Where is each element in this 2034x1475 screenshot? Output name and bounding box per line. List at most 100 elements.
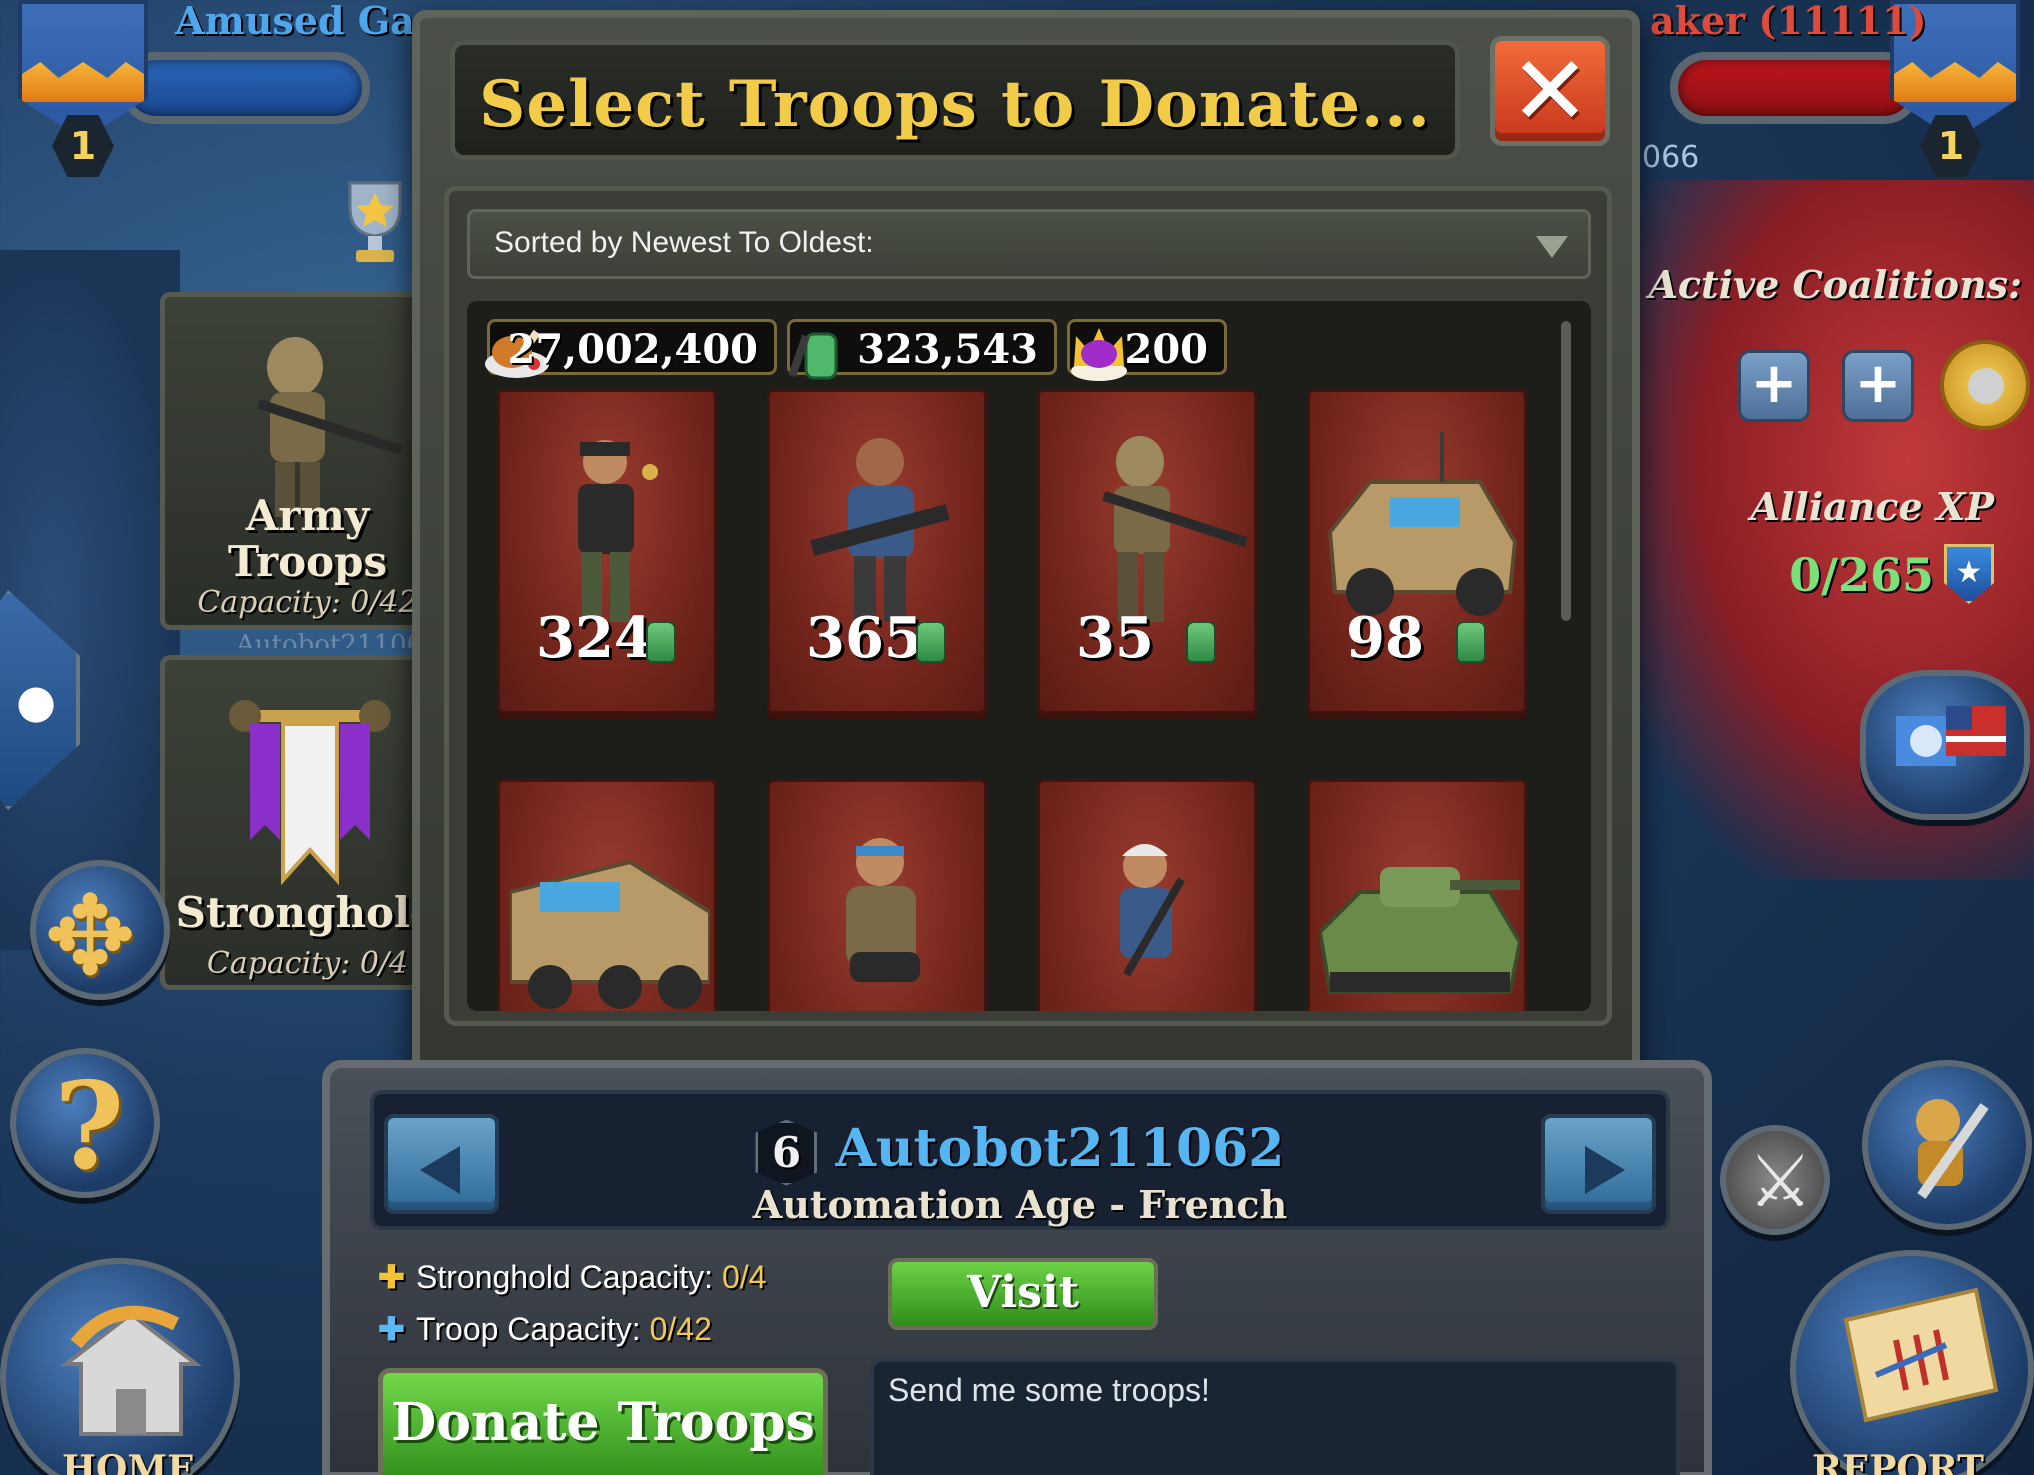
next-player-button[interactable] (1541, 1114, 1656, 1214)
modal-title: Select Troops to Donate... (479, 67, 1431, 142)
rifleman-icon (1120, 844, 1185, 977)
report-button[interactable] (1790, 1250, 2034, 1475)
tab-stronghold[interactable]: Stronghold Capacity: 0/4 (160, 655, 450, 990)
troop-card-tank[interactable] (1307, 779, 1527, 1011)
coalition-bonus-icon[interactable] (1940, 340, 2030, 430)
sort-dropdown[interactable]: Sorted by Newest To Oldest: (467, 209, 1591, 279)
coalition-slot-add-2[interactable]: + (1842, 350, 1914, 422)
alliance-flags-button[interactable] (1860, 670, 2030, 820)
visit-button[interactable]: Visit (888, 1258, 1158, 1330)
troop-count: 365 (806, 605, 923, 671)
banner-flag-icon (225, 690, 395, 890)
plus-icon: + (1750, 351, 1798, 416)
home-icon (56, 1304, 206, 1444)
left-player-bar: 1 Amused Gam (0, 0, 455, 177)
tab-army-troops-label: Army Troops (227, 491, 388, 587)
oil-canister-icon (646, 621, 676, 663)
minigunner-icon (846, 838, 920, 982)
alliance-xp-value: 0/265 (1789, 548, 1934, 602)
troop-grid[interactable]: 27,002,400 323,543 200 324 365 35 98 (467, 301, 1591, 1011)
flags-icon (1886, 696, 2016, 806)
oil-canister-icon (1456, 621, 1486, 663)
troop-card-transport-truck[interactable] (497, 779, 717, 1011)
faded-player-label: Autobot21106 (236, 630, 424, 648)
chat-bubble-icon: ● (16, 674, 57, 728)
troop-list-panel: Sorted by Newest To Oldest: 27,002,400 3… (444, 186, 1612, 1026)
sort-dropdown-label: Sorted by Newest To Oldest: (494, 226, 874, 259)
oil-canister-icon (1186, 621, 1216, 663)
oil-resource: 323,543 (787, 319, 1057, 380)
crown-icon (1064, 316, 1134, 386)
right-player-sub-number: 066 (1642, 140, 1700, 175)
move-arrows-icon: ✥ (44, 872, 137, 1000)
player-request-panel: 6 Autobot211062 Automation Age - French ✚… (322, 1060, 1712, 1475)
attack-swords-button[interactable]: ⚔ (1720, 1125, 1830, 1235)
crown-value: 200 (1124, 326, 1209, 373)
troop-card-rifleman[interactable] (1037, 779, 1257, 1011)
oil-canister-icon (916, 621, 946, 663)
question-mark-icon: ? (54, 1056, 125, 1197)
troop-capacity-row: ✚ Troop Capacity: 0/42 (378, 1310, 712, 1348)
move-button[interactable]: ✥ (30, 860, 170, 1000)
warrior-sword-icon (1898, 1086, 2008, 1206)
help-button[interactable]: ? (10, 1048, 160, 1198)
arrow-right-icon (1585, 1146, 1625, 1194)
crown-resource: 200 (1067, 319, 1227, 381)
coalition-slot-add-1[interactable]: + (1738, 350, 1810, 422)
troop-card-heavy-gunner[interactable]: 365 (767, 389, 987, 714)
food-resource: 27,002,400 (485, 319, 777, 378)
request-message-box: Send me some troops! (870, 1358, 1680, 1475)
tab-army-troops-capacity: Capacity: 0/42 (197, 585, 418, 620)
sword-icon: ⚔ (1748, 1139, 1813, 1223)
request-message: Send me some troops! (888, 1372, 1210, 1408)
grid-scrollbar[interactable] (1561, 321, 1571, 621)
troop-count: 35 (1076, 605, 1154, 671)
troop-capacity-label: Troop Capacity: (416, 1311, 641, 1347)
plus-icon: ✚ (378, 1259, 405, 1295)
plus-icon: ✚ (378, 1311, 405, 1347)
troop-card-sniper[interactable]: 35 (1037, 389, 1257, 714)
stronghold-capacity-label: Stronghold Capacity: (416, 1259, 714, 1295)
active-coalitions-label: Active Coalitions: (1648, 262, 2022, 307)
right-player-bar: 1 aker (11111) 066 (1620, 0, 2034, 177)
troop-capacity-value: 0/42 (649, 1311, 712, 1347)
oil-icon (782, 316, 852, 386)
tab-stronghold-capacity: Capacity: 0/4 (206, 946, 409, 981)
right-player-meter (1670, 52, 1920, 124)
battle-button[interactable] (1862, 1060, 2032, 1230)
home-label: HOME (62, 1448, 195, 1475)
donate-troops-modal: Select Troops to Donate... ✕ Sorted by N… (412, 10, 1640, 1080)
troop-card-armored-car[interactable]: 98 (1307, 389, 1527, 714)
player-name[interactable]: Autobot211062 (835, 1118, 1284, 1179)
troop-card-grenadier[interactable]: 324 (497, 389, 717, 714)
home-button[interactable] (0, 1258, 240, 1475)
player-strip: 6 Autobot211062 Automation Age - French (370, 1090, 1670, 1230)
transport-truck-icon (510, 859, 710, 1009)
troop-count: 98 (1346, 605, 1424, 671)
right-player-name: aker (11111) (1650, 0, 1927, 43)
troop-card-minigunner[interactable] (767, 779, 987, 1011)
alliance-xp-label: Alliance XP (1750, 484, 1994, 529)
player-name-row: 6 Autobot211062 (374, 1118, 1666, 1186)
tank-icon (1320, 867, 1520, 994)
oil-value: 323,543 (857, 326, 1038, 373)
stronghold-capacity-value: 0/4 (721, 1259, 767, 1295)
tab-stronghold-label: Stronghold (175, 888, 440, 937)
chevron-down-icon (1536, 236, 1568, 258)
troop-count: 324 (536, 605, 653, 671)
map-land-left (0, 250, 180, 950)
player-age: Automation Age - French (752, 1182, 1288, 1227)
modal-title-plate: Select Troops to Donate... (450, 40, 1460, 160)
stronghold-capacity-row: ✚ Stronghold Capacity: 0/4 (378, 1258, 766, 1296)
donate-troops-button[interactable]: Donate Troops (378, 1368, 828, 1475)
plus-icon: + (1854, 351, 1902, 416)
scroll-report-icon (1826, 1280, 2006, 1430)
tab-army-troops[interactable]: Army Troops Capacity: 0/42 (160, 292, 450, 630)
player-level-badge: 6 (755, 1119, 818, 1186)
left-player-meter (120, 52, 370, 124)
food-value: 27,002,400 (507, 326, 758, 373)
trophy-icon[interactable] (340, 178, 410, 268)
close-button[interactable]: ✕ (1490, 36, 1610, 146)
report-label: REPORT (1812, 1448, 1984, 1475)
close-x-icon: ✕ (1509, 35, 1591, 147)
